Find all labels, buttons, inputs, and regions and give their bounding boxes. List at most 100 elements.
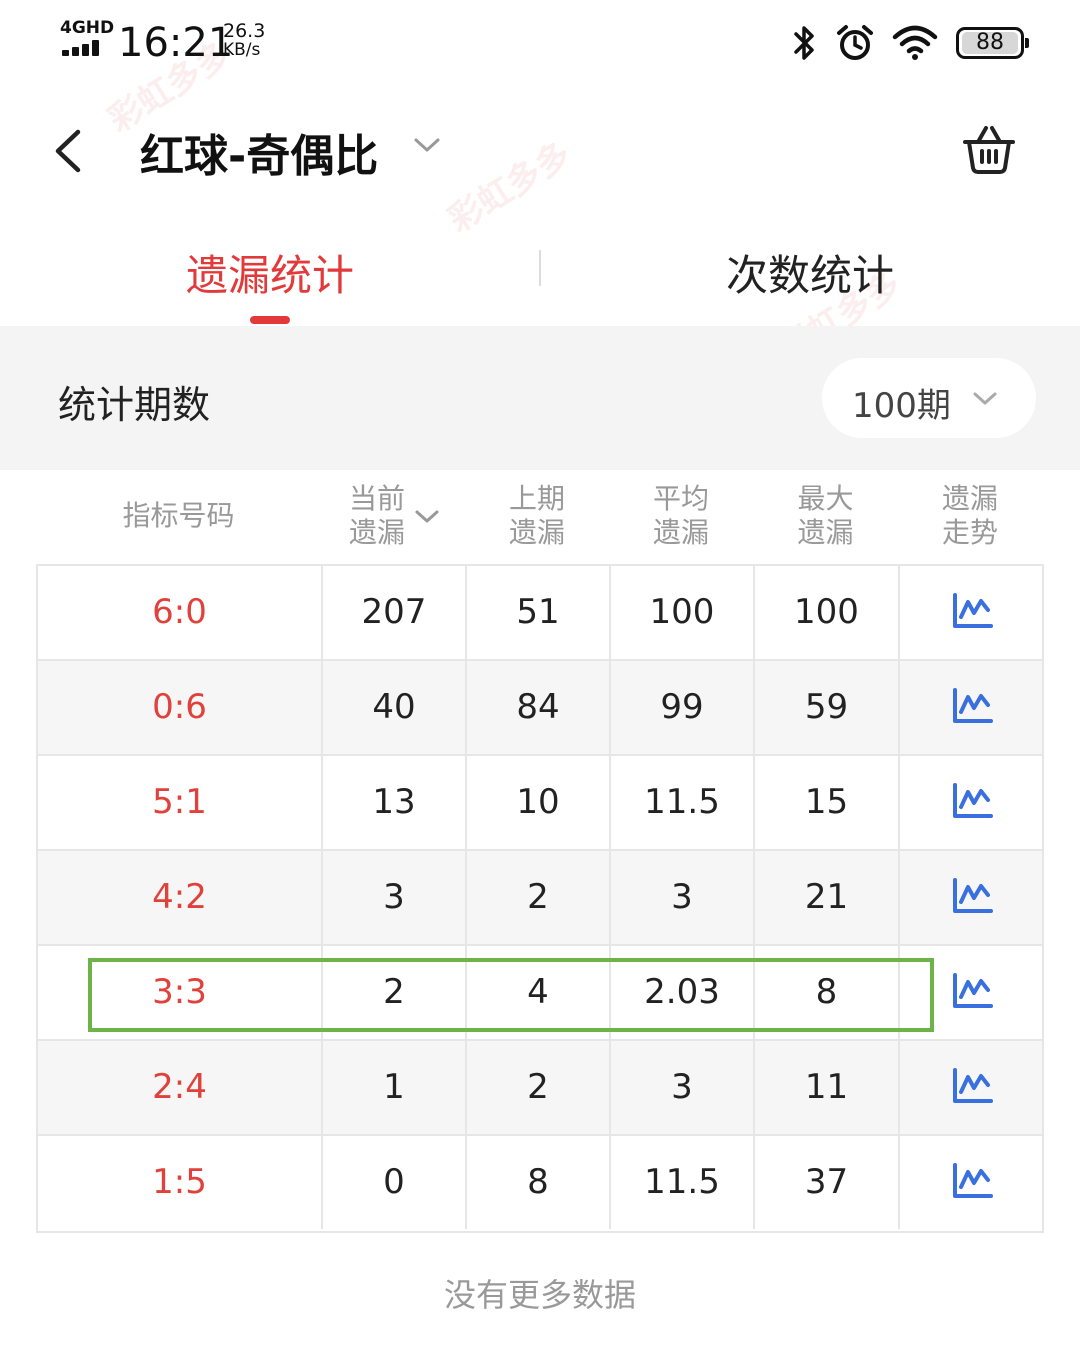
- header-label: 上期: [508, 482, 565, 515]
- header: 红球-奇偶比: [0, 90, 1080, 210]
- header-previous: 上期 遗漏: [465, 482, 609, 550]
- basket-icon[interactable]: [962, 122, 1016, 176]
- screen: 彩虹多多 彩虹多多 彩虹多多 彩虹多多 彩虹多多 彩虹多多 彩虹多多 彩虹多多 …: [0, 0, 1080, 1360]
- cell-max: 21: [755, 851, 900, 944]
- tab-omission-stats[interactable]: 遗漏统计: [0, 242, 540, 303]
- bluetooth-icon: [794, 26, 814, 60]
- header-label: 最大: [797, 482, 854, 515]
- table-row: 5:1 13 10 11.5 15: [38, 756, 1042, 851]
- header-code: 指标号码: [36, 499, 321, 533]
- cell-trend[interactable]: [900, 756, 1044, 849]
- cell-max: 59: [755, 661, 900, 754]
- trend-chart-icon[interactable]: [951, 877, 993, 914]
- chevron-down-icon[interactable]: [412, 134, 442, 156]
- cell-average: 2.03: [611, 946, 755, 1039]
- cell-code: 6:0: [38, 566, 323, 659]
- cell-code: 1:5: [38, 1136, 323, 1229]
- header-label: 遗漏: [797, 516, 854, 549]
- cell-current: 1: [323, 1041, 467, 1134]
- omission-table: 指标号码 当前 遗漏 上期 遗漏 平均 遗漏 最大 遗漏 遗漏 走势 6:0 2…: [0, 470, 1080, 1360]
- cell-max: 100: [755, 566, 900, 659]
- cell-average: 11.5: [611, 756, 755, 849]
- back-icon[interactable]: [46, 126, 90, 176]
- cell-average: 11.5: [611, 1136, 755, 1229]
- cell-max: 15: [755, 756, 900, 849]
- wifi-icon: [892, 25, 938, 60]
- trend-chart-icon[interactable]: [951, 687, 993, 724]
- table-row: 3:3 2 4 2.03 8: [38, 946, 1042, 1041]
- period-bar: 统计期数 100期: [0, 326, 1080, 470]
- trend-chart-icon[interactable]: [951, 1067, 993, 1104]
- cell-previous: 10: [467, 756, 611, 849]
- cell-code: 2:4: [38, 1041, 323, 1134]
- cell-max: 8: [755, 946, 900, 1039]
- battery-level: 88: [962, 32, 1018, 54]
- cell-previous: 51: [467, 566, 611, 659]
- tab-active-indicator: [250, 316, 290, 324]
- header-trend: 遗漏 走势: [898, 482, 1042, 550]
- header-label: 遗漏: [652, 516, 709, 549]
- cell-trend[interactable]: [900, 566, 1044, 659]
- table-row: 0:6 40 84 99 59: [38, 661, 1042, 756]
- period-select[interactable]: 100期: [822, 358, 1036, 438]
- sort-chevron-icon[interactable]: [414, 508, 440, 526]
- header-average: 平均 遗漏: [609, 482, 753, 550]
- trend-chart-icon[interactable]: [951, 1162, 993, 1199]
- trend-chart-icon[interactable]: [951, 592, 993, 629]
- cell-trend[interactable]: [900, 1041, 1044, 1134]
- cell-previous: 8: [467, 1136, 611, 1229]
- cell-current: 3: [323, 851, 467, 944]
- cell-current: 13: [323, 756, 467, 849]
- speed-value: 26.3: [223, 20, 266, 42]
- cell-code: 3:3: [38, 946, 323, 1039]
- cell-max: 11: [755, 1041, 900, 1134]
- no-more-data-label: 没有更多数据: [443, 1276, 636, 1314]
- signal-icon: [62, 40, 106, 56]
- cell-previous: 84: [467, 661, 611, 754]
- header-max: 最大 遗漏: [753, 482, 898, 550]
- trend-chart-icon[interactable]: [951, 972, 993, 1009]
- cell-current: 0: [323, 1136, 467, 1229]
- trend-chart-icon[interactable]: [951, 782, 993, 819]
- speed-unit: KB/s: [223, 40, 261, 60]
- clock: 16:21: [118, 20, 234, 66]
- status-bar: 4GHD 16:21 26.3 KB/s 88: [0, 0, 1080, 90]
- cell-trend[interactable]: [900, 661, 1044, 754]
- tab-count-stats[interactable]: 次数统计: [540, 242, 1080, 303]
- period-value: 100期: [852, 386, 951, 426]
- cell-max: 37: [755, 1136, 900, 1229]
- cell-code: 5:1: [38, 756, 323, 849]
- cell-average: 3: [611, 851, 755, 944]
- cell-trend[interactable]: [900, 1136, 1044, 1229]
- header-label: 指标号码: [122, 499, 235, 532]
- cell-previous: 2: [467, 851, 611, 944]
- table-row: 4:2 3 2 3 21: [38, 851, 1042, 946]
- network-type: 4GHD: [60, 18, 115, 38]
- table-row: 1:5 0 8 11.5 37: [38, 1136, 1042, 1231]
- header-label: 走势: [941, 516, 998, 549]
- cell-trend[interactable]: [900, 946, 1044, 1039]
- status-icons: 88: [792, 22, 1029, 64]
- table-row: 2:4 1 2 3 11: [38, 1041, 1042, 1136]
- cell-trend[interactable]: [900, 851, 1044, 944]
- tab-bar: 遗漏统计 次数统计: [0, 210, 1080, 326]
- cell-code: 0:6: [38, 661, 323, 754]
- cell-current: 2: [323, 946, 467, 1039]
- cell-code: 4:2: [38, 851, 323, 944]
- header-label: 平均: [652, 482, 709, 515]
- table-body: 6:0 207 51 100 100 0:6 40 84 99 59 5:1 1…: [36, 564, 1044, 1233]
- page-title[interactable]: 红球-奇偶比: [140, 120, 378, 184]
- cell-previous: 4: [467, 946, 611, 1039]
- table-row: 6:0 207 51 100 100: [38, 566, 1042, 661]
- cell-current: 207: [323, 566, 467, 659]
- alarm-icon: [837, 25, 873, 60]
- cell-previous: 2: [467, 1041, 611, 1134]
- battery-icon: 88: [956, 27, 1029, 59]
- header-label: 遗漏: [508, 516, 565, 549]
- cell-average: 99: [611, 661, 755, 754]
- cell-average: 100: [611, 566, 755, 659]
- network-speed: 26.3 KB/s: [223, 22, 265, 60]
- period-label: 统计期数: [58, 383, 211, 427]
- cell-current: 40: [323, 661, 467, 754]
- cell-average: 3: [611, 1041, 755, 1134]
